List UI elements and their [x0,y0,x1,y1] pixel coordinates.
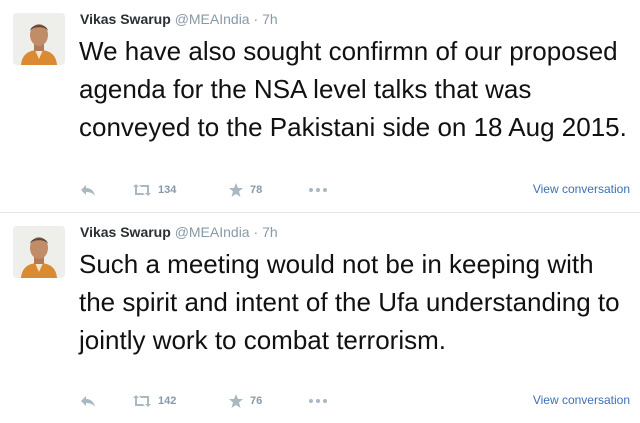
author-name[interactable]: Vikas Swarup [80,11,171,27]
reply-button[interactable] [80,180,96,200]
author-handle[interactable]: @MEAIndia [175,224,250,240]
avatar[interactable] [13,226,65,278]
reply-button[interactable] [80,391,96,411]
tweet-header: Vikas Swarup @MEAIndia · 7h [80,223,278,241]
more-button[interactable] [308,180,328,200]
retweet-icon [132,183,152,197]
tweet: Vikas Swarup @MEAIndia · 7h Such a meeti… [0,213,640,423]
tweet-actions: 134 78 View conversation [80,180,630,200]
star-icon [228,393,244,409]
retweet-icon [132,394,152,408]
favorite-button[interactable]: 78 [228,180,262,200]
retweet-button[interactable]: 142 [132,391,176,411]
author-handle[interactable]: @MEAIndia [175,11,250,27]
favorite-button[interactable]: 76 [228,391,262,411]
author-name[interactable]: Vikas Swarup [80,224,171,240]
more-button[interactable] [308,391,328,411]
view-conversation-link[interactable]: View conversation [533,393,630,407]
favorite-count: 78 [250,184,263,196]
retweet-button[interactable]: 134 [132,180,176,200]
retweet-count: 134 [158,184,177,196]
separator: · [253,224,259,240]
timestamp[interactable]: 7h [262,224,278,240]
reply-icon [80,183,96,197]
more-icon [308,398,328,404]
tweet-header: Vikas Swarup @MEAIndia · 7h [80,10,278,28]
separator: · [253,11,259,27]
tweet-text: We have also sought confirmn of our prop… [79,36,627,142]
tweet: Vikas Swarup @MEAIndia · 7h We have also… [0,0,640,212]
favorite-count: 76 [250,395,263,407]
star-icon [228,182,244,198]
timestamp[interactable]: 7h [262,11,278,27]
tweet-text: Such a meeting would not be in keeping w… [79,249,620,355]
retweet-count: 142 [158,395,177,407]
view-conversation-link[interactable]: View conversation [533,182,630,196]
more-icon [308,187,328,193]
avatar[interactable] [13,13,65,65]
reply-icon [80,394,96,408]
tweet-actions: 142 76 View conversation [80,391,630,411]
